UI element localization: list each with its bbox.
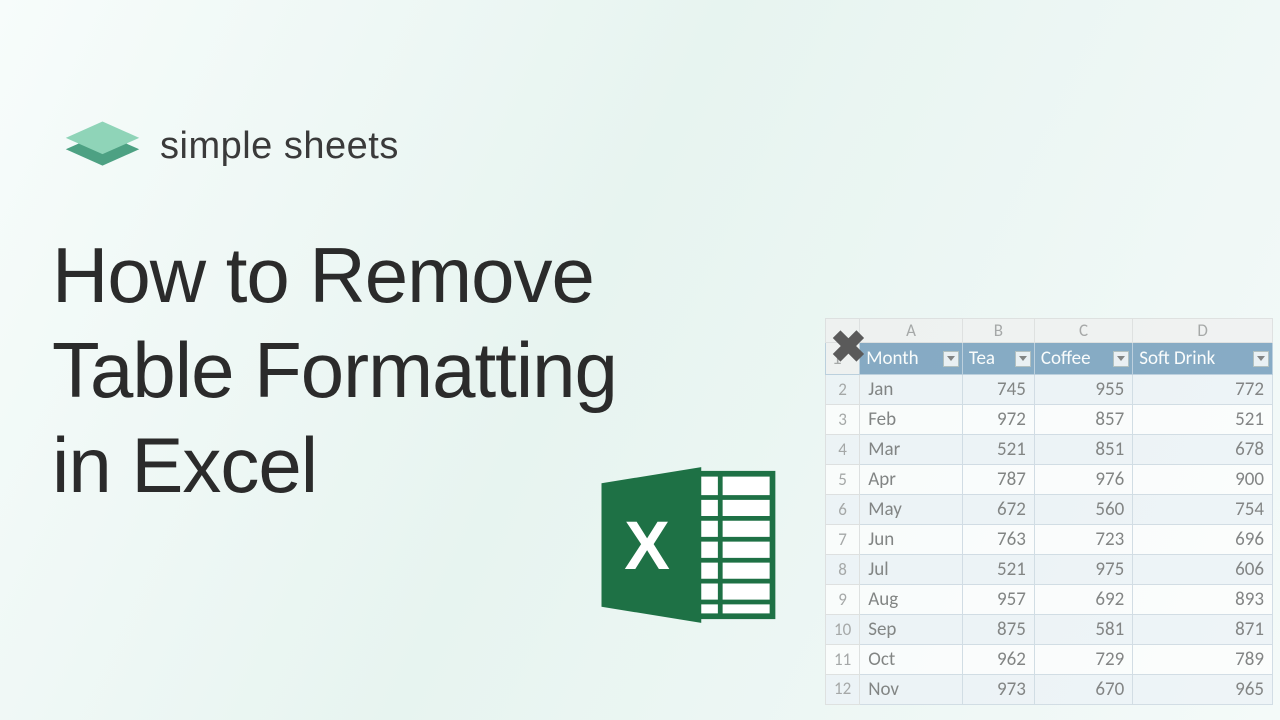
cell-coffee[interactable]: 975 bbox=[1034, 555, 1132, 585]
filter-dropdown-icon[interactable] bbox=[1015, 351, 1031, 367]
cell-soft[interactable]: 696 bbox=[1133, 525, 1273, 555]
table-header-row: 1MonthTeaCoffeeSoft Drink bbox=[826, 343, 1273, 375]
col-label-a: A bbox=[860, 319, 963, 343]
cell-tea[interactable]: 745 bbox=[962, 375, 1034, 405]
table-row: 4Mar521851678 bbox=[826, 435, 1273, 465]
cell-tea[interactable]: 521 bbox=[962, 435, 1034, 465]
row-number: 2 bbox=[826, 375, 860, 405]
row-number: 11 bbox=[826, 645, 860, 675]
cell-coffee[interactable]: 729 bbox=[1034, 645, 1132, 675]
header-cell[interactable]: Soft Drink bbox=[1133, 343, 1273, 375]
spreadsheet-preview: A B C D 1MonthTeaCoffeeSoft Drink2Jan745… bbox=[825, 318, 1273, 705]
cell-month[interactable]: May bbox=[860, 495, 963, 525]
table-row: 7Jun763723696 bbox=[826, 525, 1273, 555]
page-title: How to RemoveTable Formattingin Excel bbox=[52, 228, 617, 513]
cell-soft[interactable]: 754 bbox=[1133, 495, 1273, 525]
cell-soft[interactable]: 789 bbox=[1133, 645, 1273, 675]
header-cell[interactable]: Coffee bbox=[1034, 343, 1132, 375]
filter-dropdown-icon[interactable] bbox=[1113, 351, 1129, 367]
cell-soft[interactable]: 521 bbox=[1133, 405, 1273, 435]
table-row: 2Jan745955772 bbox=[826, 375, 1273, 405]
cell-coffee[interactable]: 560 bbox=[1034, 495, 1132, 525]
row-number: 4 bbox=[826, 435, 860, 465]
cell-coffee[interactable]: 581 bbox=[1034, 615, 1132, 645]
cell-tea[interactable]: 787 bbox=[962, 465, 1034, 495]
filter-dropdown-icon[interactable] bbox=[1253, 351, 1269, 367]
row-number: 8 bbox=[826, 555, 860, 585]
header-cell[interactable]: Tea bbox=[962, 343, 1034, 375]
cell-coffee[interactable]: 851 bbox=[1034, 435, 1132, 465]
col-label-b: B bbox=[962, 319, 1034, 343]
row-number: 5 bbox=[826, 465, 860, 495]
table-row: 8Jul521975606 bbox=[826, 555, 1273, 585]
cell-month[interactable]: Jun bbox=[860, 525, 963, 555]
svg-text:X: X bbox=[624, 508, 670, 584]
cell-tea[interactable]: 672 bbox=[962, 495, 1034, 525]
table-row: 6May672560754 bbox=[826, 495, 1273, 525]
cell-tea[interactable]: 763 bbox=[962, 525, 1034, 555]
close-icon: ✖ bbox=[830, 322, 867, 373]
cell-tea[interactable]: 957 bbox=[962, 585, 1034, 615]
cell-soft[interactable]: 900 bbox=[1133, 465, 1273, 495]
cell-coffee[interactable]: 692 bbox=[1034, 585, 1132, 615]
cell-month[interactable]: Sep bbox=[860, 615, 963, 645]
cell-tea[interactable]: 875 bbox=[962, 615, 1034, 645]
cell-soft[interactable]: 772 bbox=[1133, 375, 1273, 405]
cell-month[interactable]: Apr bbox=[860, 465, 963, 495]
table-row: 3Feb972857521 bbox=[826, 405, 1273, 435]
cell-month[interactable]: Aug bbox=[860, 585, 963, 615]
brand-logo: simple sheets bbox=[60, 115, 399, 177]
cell-month[interactable]: Mar bbox=[860, 435, 963, 465]
cell-month[interactable]: Feb bbox=[860, 405, 963, 435]
cell-month[interactable]: Nov bbox=[860, 675, 963, 705]
cell-tea[interactable]: 973 bbox=[962, 675, 1034, 705]
table-row: 10Sep875581871 bbox=[826, 615, 1273, 645]
cell-month[interactable]: Oct bbox=[860, 645, 963, 675]
table-row: 9Aug957692893 bbox=[826, 585, 1273, 615]
row-number: 9 bbox=[826, 585, 860, 615]
column-letter-row: A B C D bbox=[826, 319, 1273, 343]
row-number: 12 bbox=[826, 675, 860, 705]
cell-coffee[interactable]: 670 bbox=[1034, 675, 1132, 705]
filter-dropdown-icon[interactable] bbox=[943, 351, 959, 367]
table-row: 5Apr787976900 bbox=[826, 465, 1273, 495]
cell-soft[interactable]: 965 bbox=[1133, 675, 1273, 705]
cell-soft[interactable]: 871 bbox=[1133, 615, 1273, 645]
cell-tea[interactable]: 521 bbox=[962, 555, 1034, 585]
excel-icon: X bbox=[592, 455, 782, 635]
col-label-d: D bbox=[1133, 319, 1273, 343]
cell-coffee[interactable]: 857 bbox=[1034, 405, 1132, 435]
cell-coffee[interactable]: 976 bbox=[1034, 465, 1132, 495]
col-label-c: C bbox=[1034, 319, 1132, 343]
cell-coffee[interactable]: 955 bbox=[1034, 375, 1132, 405]
row-number: 3 bbox=[826, 405, 860, 435]
cell-month[interactable]: Jan bbox=[860, 375, 963, 405]
cell-tea[interactable]: 972 bbox=[962, 405, 1034, 435]
cell-coffee[interactable]: 723 bbox=[1034, 525, 1132, 555]
brand-name: simple sheets bbox=[160, 125, 399, 168]
cell-tea[interactable]: 962 bbox=[962, 645, 1034, 675]
cell-month[interactable]: Jul bbox=[860, 555, 963, 585]
table-row: 11Oct962729789 bbox=[826, 645, 1273, 675]
table-row: 12Nov973670965 bbox=[826, 675, 1273, 705]
cell-soft[interactable]: 893 bbox=[1133, 585, 1273, 615]
stacked-layers-icon bbox=[60, 115, 145, 177]
row-number: 7 bbox=[826, 525, 860, 555]
cell-soft[interactable]: 606 bbox=[1133, 555, 1273, 585]
row-number: 6 bbox=[826, 495, 860, 525]
cell-soft[interactable]: 678 bbox=[1133, 435, 1273, 465]
row-number: 10 bbox=[826, 615, 860, 645]
header-cell[interactable]: Month bbox=[860, 343, 963, 375]
